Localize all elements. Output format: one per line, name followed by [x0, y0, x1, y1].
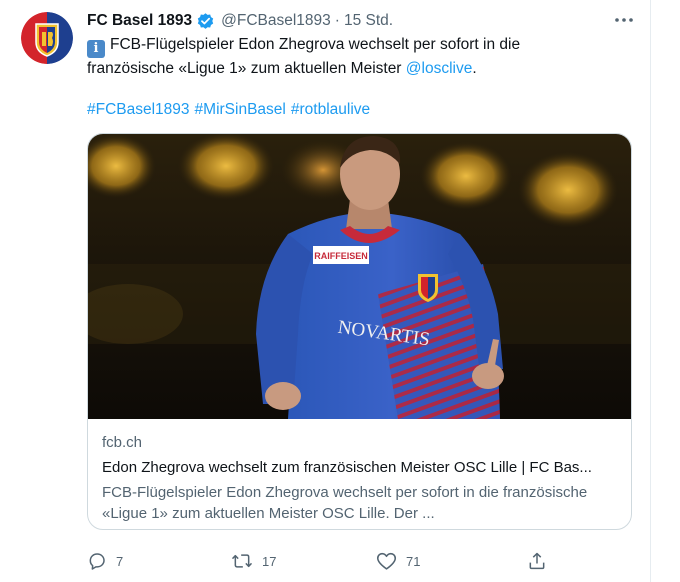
tweet-actions: 7 17 71	[87, 551, 557, 573]
jersey-sponsor-text: RAIFFEISEN	[314, 251, 368, 261]
tweet-text: i FCB-Flügelspieler Edon Zhegrova wechsel…	[87, 34, 607, 80]
mention-link[interactable]: @losclive	[406, 60, 473, 77]
hashtag-link[interactable]: #MirSinBasel	[195, 99, 286, 121]
hashtag-list: #FCBasel1893 #MirSinBasel #rotblaulive	[87, 99, 370, 121]
retweet-icon	[231, 551, 253, 571]
info-icon: i	[87, 40, 105, 58]
hashtag-link[interactable]: #FCBasel1893	[87, 99, 190, 121]
author-handle[interactable]: @FCBasel1893	[221, 12, 331, 30]
more-options-icon[interactable]	[611, 10, 637, 30]
verified-badge-icon	[196, 12, 215, 31]
tweet-header: FC Basel 1893 @FCBasel1893 · 15 Std.	[87, 10, 393, 32]
link-preview-card[interactable]: RAIFFEISEN NOVARTIS fcb.ch Edon Zhegrova…	[87, 133, 632, 530]
card-title[interactable]: Edon Zhegrova wechselt zum französischen…	[102, 459, 622, 476]
avatar[interactable]	[21, 12, 73, 64]
share-icon	[527, 551, 547, 571]
like-icon	[376, 551, 397, 571]
like-button[interactable]: 71	[376, 551, 420, 571]
reply-count: 7	[116, 553, 124, 569]
reply-icon	[87, 551, 107, 571]
author-name[interactable]: FC Basel 1893	[87, 12, 192, 30]
card-domain: fcb.ch	[102, 434, 143, 451]
retweet-count: 17	[262, 553, 277, 569]
share-button[interactable]	[527, 551, 547, 571]
retweet-button[interactable]: 17	[231, 551, 276, 571]
header-separator: ·	[334, 12, 340, 29]
hashtag-link[interactable]: #rotblaulive	[291, 99, 370, 121]
tweet-text-end: .	[472, 60, 477, 77]
card-image[interactable]: RAIFFEISEN NOVARTIS	[88, 134, 632, 419]
card-description: FCB-Flügelspieler Edon Zhegrova wechselt…	[102, 484, 588, 522]
reply-button[interactable]: 7	[87, 551, 123, 571]
tweet-timestamp[interactable]: 15 Std.	[344, 12, 393, 30]
like-count: 71	[406, 553, 421, 569]
fc-basel-logo	[21, 12, 73, 64]
